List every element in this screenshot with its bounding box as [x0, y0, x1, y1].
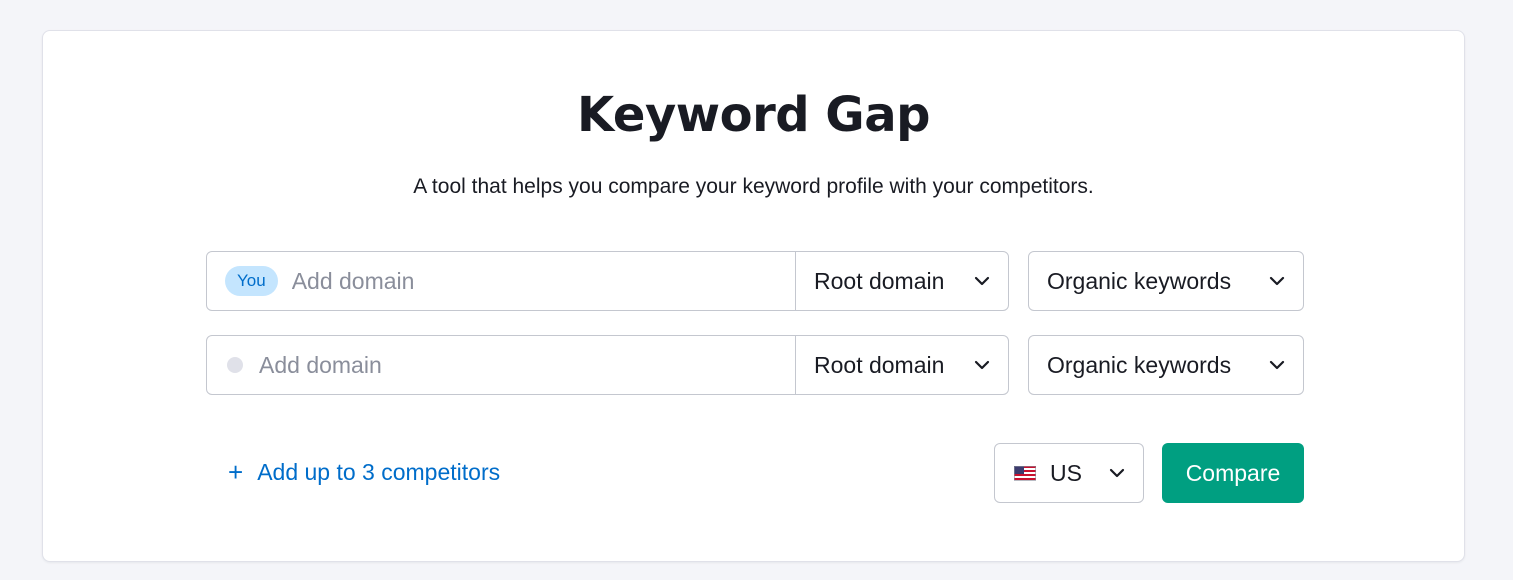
keyword-type-value: Organic keywords: [1047, 267, 1232, 294]
keyword-gap-card: Keyword Gap A tool that helps you compar…: [42, 30, 1465, 562]
domain-input-you[interactable]: [289, 260, 795, 302]
plus-icon: +: [228, 457, 244, 487]
competitor-dot-icon: [227, 357, 243, 373]
country-select[interactable]: US: [994, 443, 1144, 503]
scope-select-competitor[interactable]: Root domain: [795, 336, 1008, 394]
us-flag-icon: [1014, 465, 1036, 481]
chevron-down-icon: [974, 360, 990, 370]
add-competitors-link[interactable]: + Add up to 3 competitors: [228, 458, 500, 486]
chevron-down-icon: [1269, 360, 1285, 370]
add-competitors-label: Add up to 3 competitors: [257, 458, 501, 485]
keyword-type-value: Organic keywords: [1047, 351, 1232, 378]
scope-select-you[interactable]: Root domain: [795, 252, 1008, 310]
you-badge: You: [225, 266, 278, 296]
scope-select-value: Root domain: [814, 267, 945, 294]
keyword-type-select-you[interactable]: Organic keywords: [1028, 251, 1304, 311]
page-title: Keyword Gap: [577, 87, 930, 143]
domain-input-wrap: [207, 336, 795, 394]
keyword-type-select-competitor[interactable]: Organic keywords: [1028, 335, 1304, 395]
domain-input-competitor[interactable]: [257, 344, 795, 386]
scope-select-value: Root domain: [814, 351, 945, 378]
chevron-down-icon: [1109, 468, 1125, 478]
domain-group-you: You Root domain: [206, 251, 1009, 311]
domain-input-wrap: You: [207, 252, 795, 310]
compare-button[interactable]: Compare: [1162, 443, 1304, 503]
chevron-down-icon: [974, 276, 990, 286]
country-value: US: [1050, 459, 1082, 486]
page-subtitle: A tool that helps you compare your keywo…: [413, 175, 1094, 198]
domain-group-competitor: Root domain: [206, 335, 1009, 395]
chevron-down-icon: [1269, 276, 1285, 286]
